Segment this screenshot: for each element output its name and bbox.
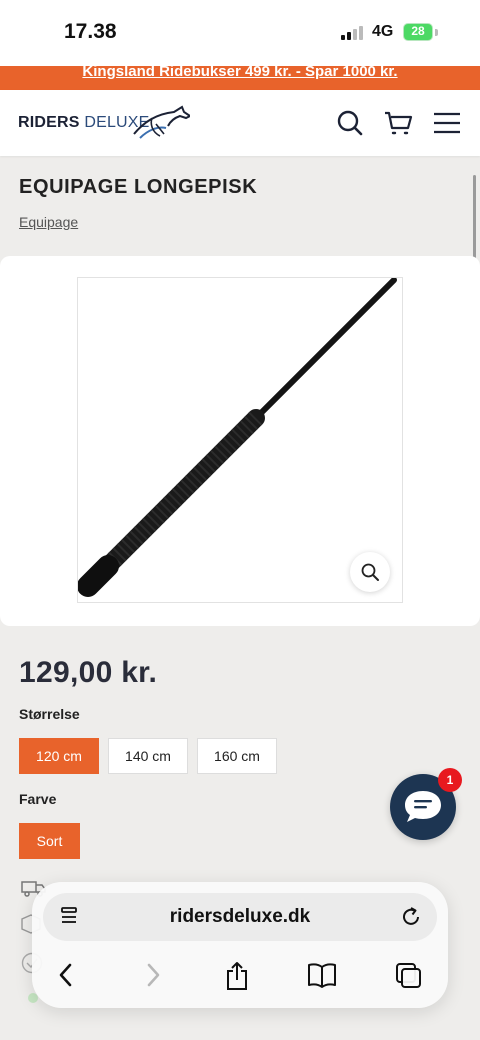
site-header: RIDERS DELUXE (0, 90, 480, 156)
logo-text-riders: RIDERS (18, 114, 80, 131)
lunge-whip-image (78, 278, 397, 597)
battery-cap (435, 29, 438, 36)
color-option-sort[interactable]: Sort (19, 823, 80, 859)
chat-notification-badge: 1 (438, 768, 462, 792)
promo-banner: Kingsland Ridebukser 499 kr. - Spar 1000… (0, 66, 480, 90)
site-logo[interactable]: RIDERS DELUXE (18, 104, 190, 142)
menu-icon[interactable] (432, 108, 462, 138)
share-icon[interactable] (224, 961, 250, 991)
size-label: Størrelse (19, 706, 80, 722)
back-icon[interactable] (56, 961, 76, 989)
zoom-icon (361, 563, 379, 581)
url-text[interactable]: ridersdeluxe.dk (43, 906, 437, 928)
browser-toolbar: ridersdeluxe.dk (32, 882, 448, 1008)
search-icon[interactable] (335, 108, 365, 138)
cart-icon[interactable] (383, 108, 413, 138)
network-type: 4G (372, 23, 394, 40)
battery-level: 28 (411, 24, 425, 38)
address-bar[interactable]: ridersdeluxe.dk (43, 893, 437, 941)
product-image[interactable] (77, 277, 403, 603)
color-label: Farve (19, 791, 57, 807)
forward-icon[interactable] (143, 961, 163, 989)
promo-link[interactable]: Kingsland Ridebukser 499 kr. - Spar 1000… (82, 66, 397, 79)
horse-logo-icon (133, 105, 190, 139)
size-option-120[interactable]: 120 cm (19, 738, 99, 774)
reload-icon[interactable] (400, 906, 422, 928)
status-time: 17.38 (64, 20, 117, 43)
status-bar: 17.38 4G 28 (0, 0, 480, 66)
tabs-icon[interactable] (394, 961, 422, 989)
product-title: EQUIPAGE LONGEPISK (19, 176, 258, 198)
signal-icon (341, 26, 365, 40)
breadcrumb-link[interactable]: Equipage (19, 214, 78, 230)
zoom-button[interactable] (350, 552, 390, 592)
battery-icon: 28 (403, 23, 433, 41)
product-title-area: EQUIPAGE LONGEPISK Equipage (0, 156, 480, 256)
product-price: 129,00 kr. (19, 656, 158, 689)
size-option-140[interactable]: 140 cm (108, 738, 188, 774)
size-option-160[interactable]: 160 cm (197, 738, 277, 774)
product-image-card (0, 256, 480, 626)
chat-bubble-icon (405, 791, 441, 822)
bookmarks-icon[interactable] (307, 961, 337, 989)
